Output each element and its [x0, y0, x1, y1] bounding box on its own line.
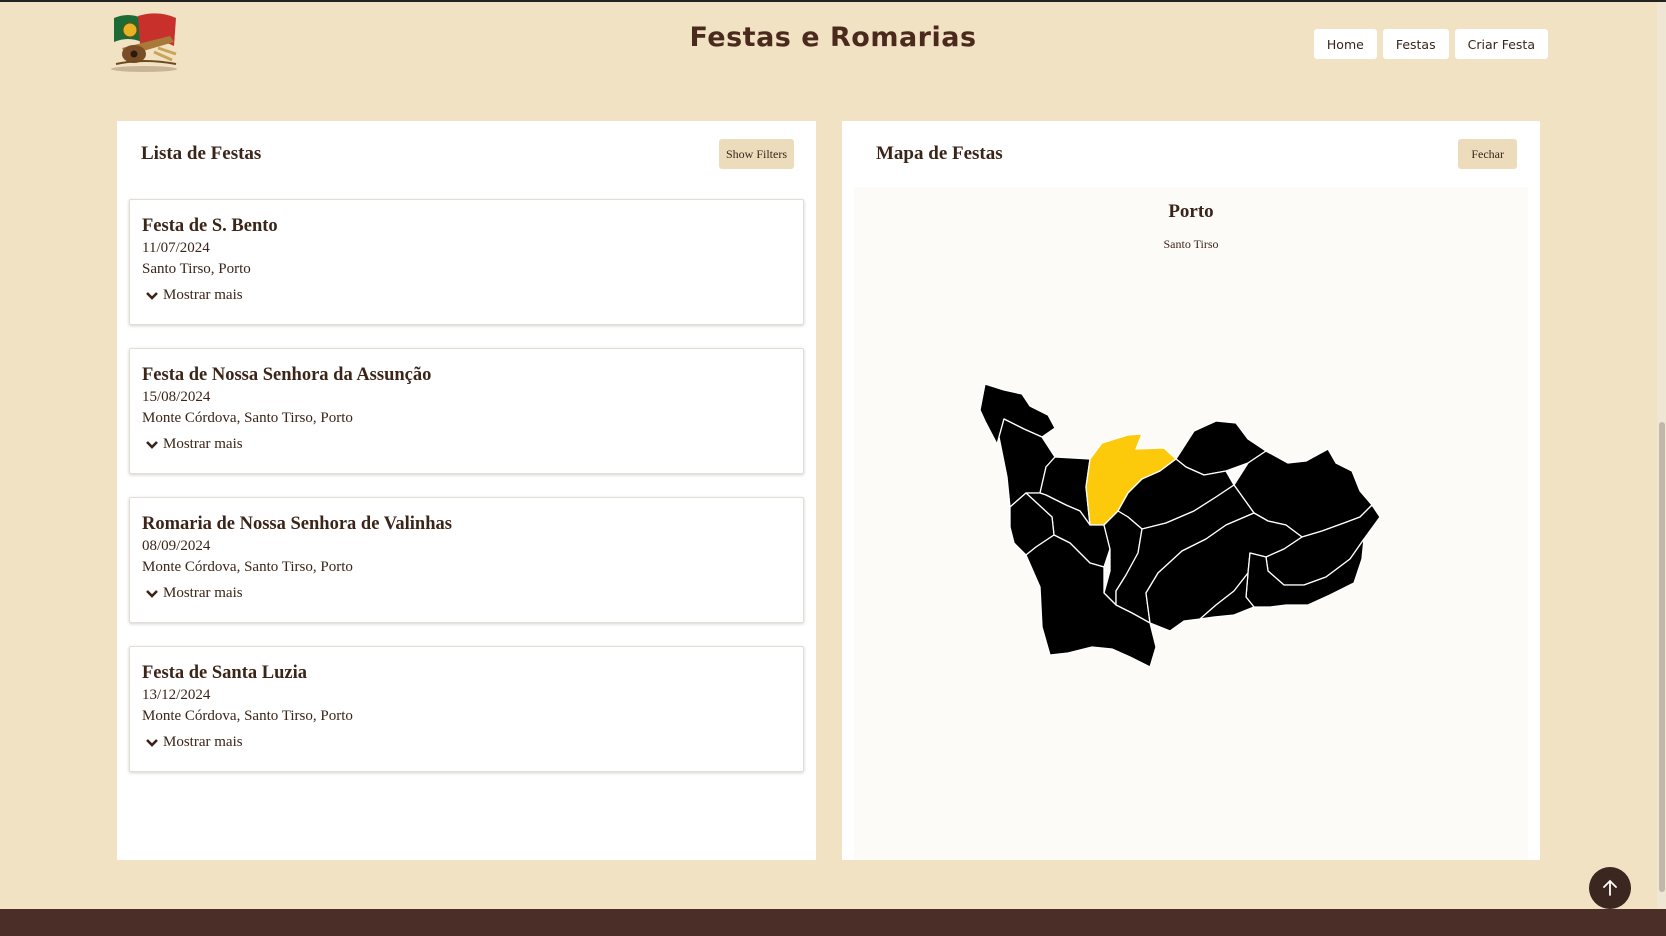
map-selected-label: Santo Tirso: [1163, 237, 1219, 251]
chevron-down-icon: [146, 589, 158, 598]
festa-name: Festa de Santa Luzia: [142, 663, 307, 683]
map-panel-title: Mapa de Festas: [876, 143, 1003, 164]
chevron-down-icon: [146, 440, 158, 449]
arrow-up-icon: [1603, 879, 1617, 896]
map-region-title: Porto: [1168, 201, 1214, 222]
porto-district-map[interactable]: [854, 187, 1528, 860]
scrollbar-thumb[interactable]: [1659, 422, 1665, 892]
festa-location: Monte Córdova, Santo Tirso, Porto: [142, 708, 353, 724]
chevron-down-icon: [146, 291, 158, 300]
festas-list-panel: Lista de Festas Show Filters Festa de S.…: [117, 121, 816, 860]
chevron-down-icon: [146, 738, 158, 747]
festas-list: Festa de S. Bento 11/07/2024 Santo Tirso…: [129, 199, 804, 795]
site-footer: [0, 909, 1666, 936]
map-panel-header: Mapa de Festas Fechar: [852, 121, 1530, 187]
festa-card[interactable]: Festa de Santa Luzia 13/12/2024 Monte Có…: [129, 646, 804, 772]
festa-date: 08/09/2024: [142, 538, 211, 554]
festa-location: Monte Córdova, Santo Tirso, Porto: [142, 559, 353, 575]
page-scrollbar[interactable]: [1657, 2, 1666, 909]
festa-date: 11/07/2024: [142, 240, 210, 256]
show-more-label: Mostrar mais: [163, 287, 243, 303]
main-nav: Home Festas Criar Festa: [1313, 29, 1548, 59]
close-map-button[interactable]: Fechar: [1458, 139, 1517, 169]
festa-name: Festa de Nossa Senhora da Assunção: [142, 365, 432, 385]
festa-location: Monte Córdova, Santo Tirso, Porto: [142, 410, 353, 426]
festa-card[interactable]: Festa de S. Bento 11/07/2024 Santo Tirso…: [129, 199, 804, 325]
nav-home-button[interactable]: Home: [1313, 29, 1377, 59]
site-header: Festas e Romarias Home Festas Criar Fest…: [0, 0, 1666, 90]
festa-card[interactable]: Festa de Nossa Senhora da Assunção 15/08…: [129, 348, 804, 474]
show-more-label: Mostrar mais: [163, 436, 243, 452]
show-more-label: Mostrar mais: [163, 734, 243, 750]
show-more-button[interactable]: Mostrar mais: [145, 585, 243, 602]
festa-date: 15/08/2024: [142, 389, 211, 405]
festa-location: Santo Tirso, Porto: [142, 261, 251, 277]
scroll-to-top-button[interactable]: [1589, 867, 1631, 909]
nav-festas-button[interactable]: Festas: [1382, 29, 1449, 59]
show-filters-button[interactable]: Show Filters: [718, 139, 794, 169]
show-more-label: Mostrar mais: [163, 585, 243, 601]
festa-name: Romaria de Nossa Senhora de Valinhas: [142, 514, 452, 534]
show-more-button[interactable]: Mostrar mais: [145, 436, 243, 453]
list-panel-title: Lista de Festas: [141, 143, 262, 164]
list-panel-header: Lista de Festas Show Filters: [127, 121, 806, 187]
map-area: Porto Santo Tirso: [854, 187, 1528, 860]
show-more-button[interactable]: Mostrar mais: [145, 287, 243, 304]
festa-card[interactable]: Romaria de Nossa Senhora de Valinhas 08/…: [129, 497, 804, 623]
show-more-button[interactable]: Mostrar mais: [145, 734, 243, 751]
festa-name: Festa de S. Bento: [142, 216, 278, 236]
festas-map-panel: Mapa de Festas Fechar Porto Santo Tirso: [842, 121, 1540, 860]
nav-criar-festa-button[interactable]: Criar Festa: [1454, 29, 1548, 59]
festa-date: 13/12/2024: [142, 687, 211, 703]
